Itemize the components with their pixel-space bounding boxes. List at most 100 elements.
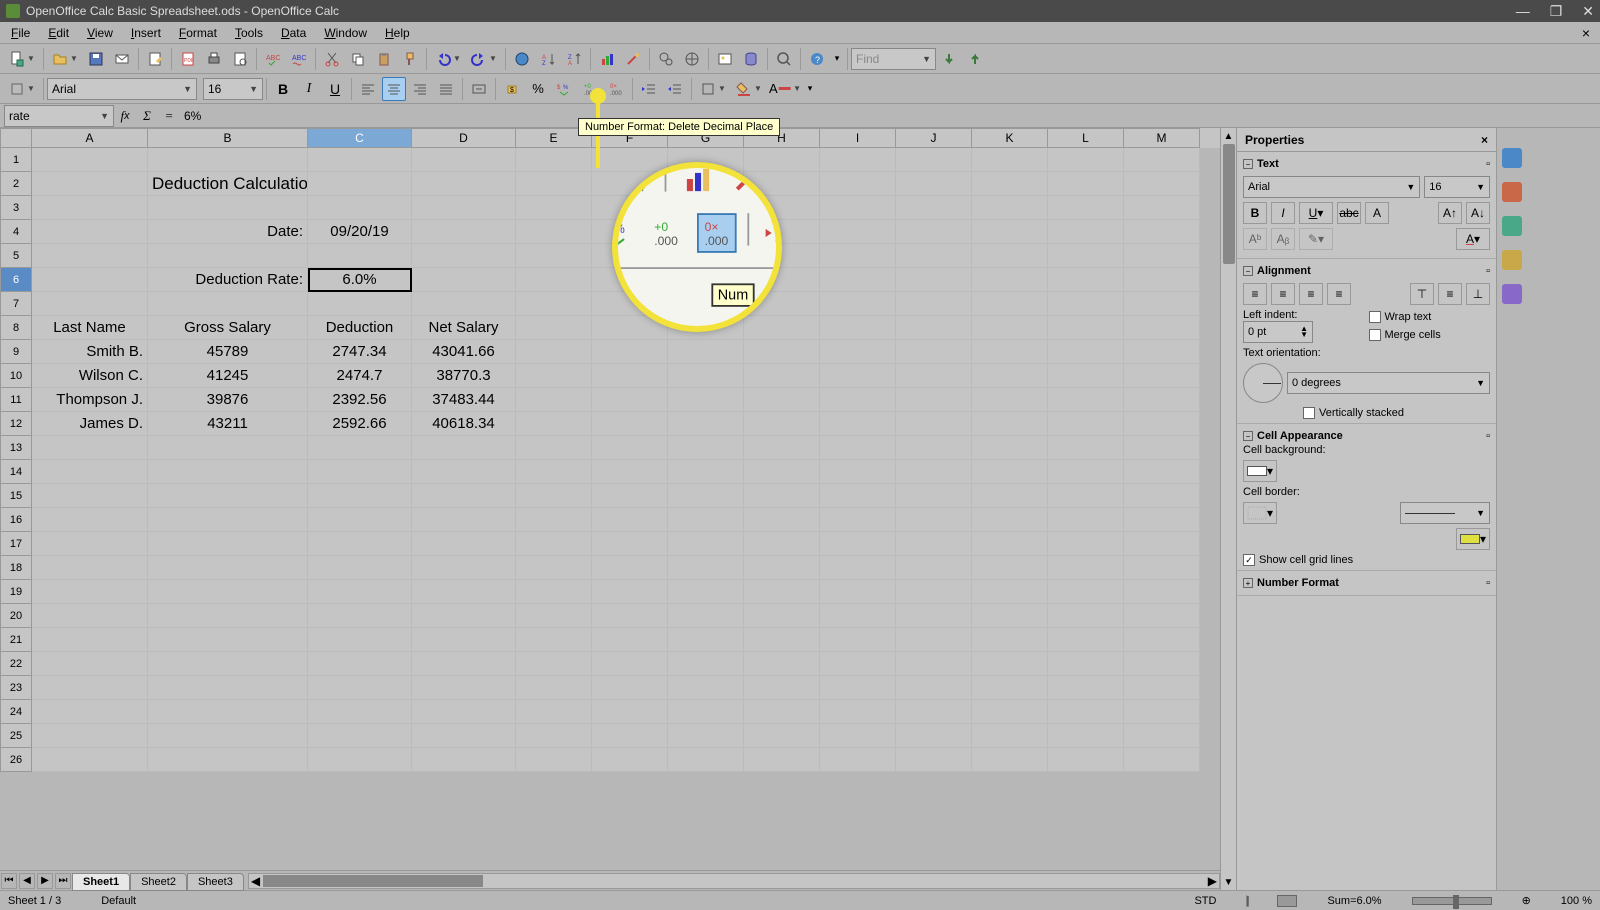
row-header[interactable]: 9 — [0, 340, 32, 364]
cell[interactable] — [148, 436, 308, 460]
cell[interactable] — [744, 724, 820, 748]
cell[interactable] — [1048, 604, 1124, 628]
sidebar-highlight-button[interactable]: ✎▾ — [1299, 228, 1333, 250]
cell[interactable] — [896, 172, 972, 196]
cell[interactable] — [1048, 196, 1124, 220]
cell[interactable] — [744, 532, 820, 556]
cell[interactable] — [820, 604, 896, 628]
align-justify-button[interactable] — [434, 77, 458, 101]
cell[interactable] — [516, 388, 592, 412]
cell[interactable] — [516, 244, 592, 268]
cell[interactable] — [668, 412, 744, 436]
cell[interactable] — [148, 556, 308, 580]
cell[interactable] — [32, 172, 148, 196]
cell[interactable] — [32, 652, 148, 676]
cell[interactable] — [412, 532, 516, 556]
cell[interactable] — [516, 172, 592, 196]
cell[interactable] — [972, 340, 1048, 364]
row-header[interactable]: 14 — [0, 460, 32, 484]
cell[interactable] — [668, 748, 744, 772]
column-header-J[interactable]: J — [896, 128, 972, 148]
cell[interactable] — [592, 364, 668, 388]
row-header[interactable]: 23 — [0, 676, 32, 700]
cell[interactable] — [820, 652, 896, 676]
edit-file-button[interactable] — [143, 47, 167, 71]
cell[interactable] — [820, 292, 896, 316]
row-header[interactable]: 10 — [0, 364, 32, 388]
cell[interactable] — [972, 556, 1048, 580]
cell[interactable]: 41245 — [148, 364, 308, 388]
cell[interactable] — [1048, 508, 1124, 532]
cell[interactable] — [820, 340, 896, 364]
cell[interactable] — [744, 748, 820, 772]
cell[interactable] — [592, 460, 668, 484]
cell[interactable] — [32, 196, 148, 220]
sidebar-shadow-button[interactable]: A — [1365, 202, 1389, 224]
cell[interactable] — [412, 508, 516, 532]
menu-edit[interactable]: Edit — [39, 24, 78, 42]
new-document-button[interactable]: ▼ — [5, 47, 39, 71]
cell[interactable] — [820, 436, 896, 460]
cell[interactable] — [516, 364, 592, 388]
cell[interactable] — [1048, 484, 1124, 508]
cell[interactable] — [1048, 340, 1124, 364]
cell[interactable] — [972, 388, 1048, 412]
orientation-dial[interactable] — [1243, 363, 1283, 403]
cell[interactable] — [896, 748, 972, 772]
sidebar-align-left[interactable]: ≡ — [1243, 283, 1267, 305]
document-close-button[interactable]: × — [1582, 25, 1590, 41]
cell[interactable] — [592, 436, 668, 460]
cell[interactable] — [32, 244, 148, 268]
background-color-button[interactable]: ▼ — [732, 77, 766, 101]
cell[interactable] — [516, 724, 592, 748]
cell[interactable] — [308, 604, 412, 628]
cell[interactable] — [516, 436, 592, 460]
row-header[interactable]: 16 — [0, 508, 32, 532]
cell[interactable]: Deduction Rate: — [148, 268, 308, 292]
cell[interactable] — [820, 484, 896, 508]
cell[interactable] — [896, 148, 972, 172]
cell[interactable] — [516, 628, 592, 652]
cell[interactable]: Gross Salary — [148, 316, 308, 340]
collapse-icon[interactable]: − — [1243, 431, 1253, 441]
cell[interactable] — [1124, 676, 1200, 700]
cell[interactable] — [592, 484, 668, 508]
cell[interactable] — [1124, 220, 1200, 244]
column-header-K[interactable]: K — [972, 128, 1048, 148]
cell[interactable] — [972, 604, 1048, 628]
font-name-combo[interactable]: Arial▼ — [47, 78, 197, 100]
format-toolbar-overflow-icon[interactable]: ▾ — [804, 77, 816, 101]
cell[interactable] — [896, 220, 972, 244]
cell[interactable] — [516, 292, 592, 316]
sidebar-superscript-button[interactable]: Aᵇ — [1243, 228, 1267, 250]
styles-button[interactable]: ▼ — [5, 77, 39, 101]
cell[interactable] — [1124, 364, 1200, 388]
cell[interactable] — [1048, 532, 1124, 556]
tab-prev-button[interactable]: ◀ — [19, 873, 35, 889]
cell[interactable] — [820, 364, 896, 388]
cell[interactable] — [1124, 340, 1200, 364]
cell[interactable]: 2474.7 — [308, 364, 412, 388]
section-more-icon[interactable]: ▫ — [1486, 158, 1490, 170]
function-wizard-icon[interactable]: fx — [114, 106, 136, 126]
cell[interactable] — [820, 532, 896, 556]
cell[interactable] — [1048, 316, 1124, 340]
cell[interactable] — [820, 676, 896, 700]
cell[interactable] — [412, 436, 516, 460]
cell[interactable] — [592, 532, 668, 556]
row-header[interactable]: 17 — [0, 532, 32, 556]
cell[interactable] — [972, 628, 1048, 652]
tab-first-button[interactable]: ⏮ — [1, 873, 17, 889]
cell[interactable] — [1124, 700, 1200, 724]
cell[interactable] — [1048, 628, 1124, 652]
cell[interactable] — [668, 508, 744, 532]
cell[interactable] — [592, 556, 668, 580]
cell[interactable] — [1124, 652, 1200, 676]
row-header[interactable]: 19 — [0, 580, 32, 604]
tab-next-button[interactable]: ▶ — [37, 873, 53, 889]
find-prev-button[interactable] — [963, 47, 987, 71]
cut-button[interactable] — [320, 47, 344, 71]
align-center-button[interactable] — [382, 77, 406, 101]
cell[interactable] — [1048, 244, 1124, 268]
cell[interactable] — [516, 196, 592, 220]
